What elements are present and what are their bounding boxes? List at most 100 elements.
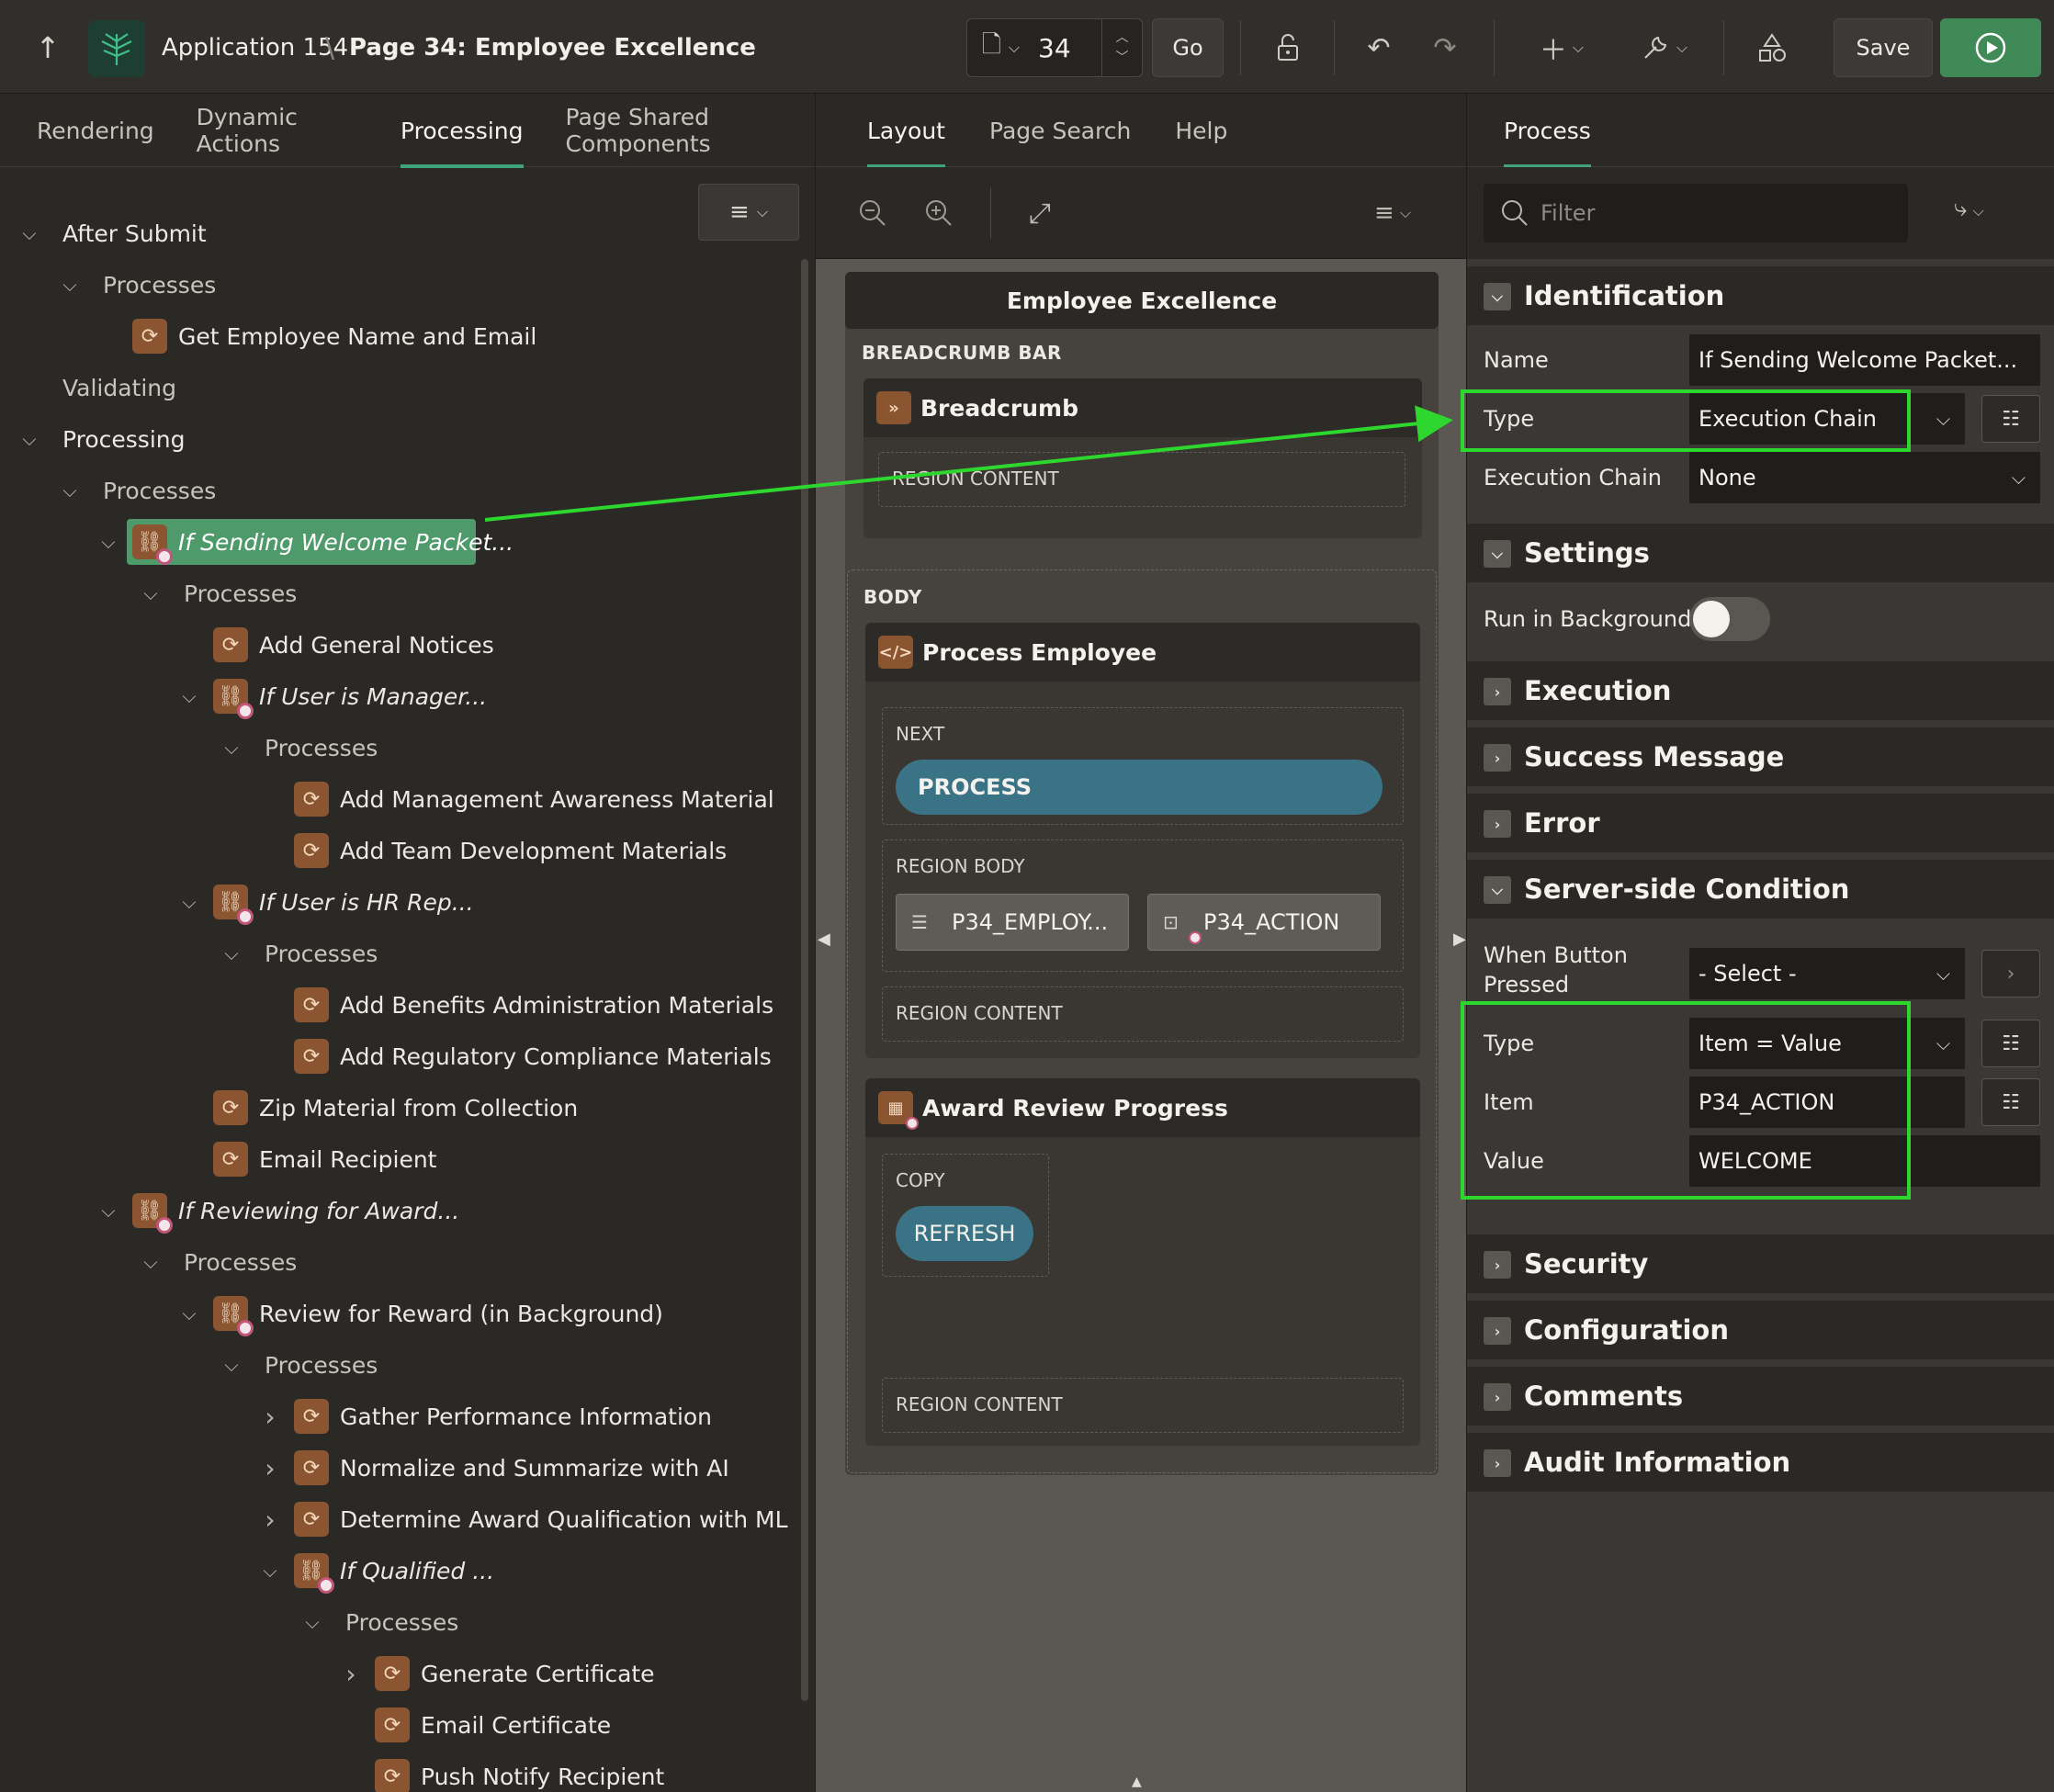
process-button[interactable]: PROCESS bbox=[896, 760, 1382, 815]
type-select[interactable]: Execution Chain ⌵ bbox=[1689, 393, 1965, 445]
goto-group-icon[interactable]: ⤷ ⌵ bbox=[1954, 195, 1984, 223]
chevron-right-icon[interactable]: › bbox=[259, 1453, 281, 1483]
tree-process-node[interactable]: ⟳ Add Management Awareness Material bbox=[0, 773, 790, 825]
tree-process-node[interactable]: ⟳ Email Recipient bbox=[0, 1133, 790, 1185]
chevron-down-icon[interactable]: ⌵ bbox=[178, 685, 200, 707]
page-number-stepper[interactable]: ︿ ﹀ bbox=[1101, 19, 1142, 76]
chevron-down-icon[interactable]: ⌵ bbox=[18, 222, 40, 244]
collapse-bottom-icon[interactable]: ▲ bbox=[1132, 1775, 1142, 1789]
tree-process-node[interactable]: ⌵ ⛓ If Reviewing for Award... bbox=[0, 1185, 790, 1236]
chevron-down-icon[interactable]: ⌵ bbox=[178, 891, 200, 913]
apex-logo-icon[interactable] bbox=[88, 20, 145, 77]
refresh-button[interactable]: REFRESH bbox=[896, 1206, 1033, 1261]
process-employee-header[interactable]: </> Process Employee bbox=[865, 623, 1420, 682]
chevron-right-icon[interactable]: › bbox=[259, 1505, 281, 1535]
chevron-down-icon[interactable]: ⌵ bbox=[59, 274, 81, 296]
chevron-right-icon[interactable]: › bbox=[1484, 1317, 1511, 1345]
app-name-link[interactable]: Application 154 bbox=[162, 28, 348, 68]
tree-group-node[interactable]: ⌵ Processes bbox=[0, 568, 790, 619]
chevron-down-icon[interactable]: ⌵ bbox=[220, 942, 243, 964]
value-field[interactable]: WELCOME bbox=[1689, 1135, 2040, 1187]
chevron-down-icon[interactable]: ⌵ bbox=[140, 1251, 162, 1273]
tree-process-node[interactable]: ⟳ Add Team Development Materials bbox=[0, 825, 790, 876]
page-name-header[interactable]: Employee Excellence bbox=[845, 272, 1439, 329]
shapes-icon[interactable] bbox=[1745, 22, 1799, 73]
tree-process-node[interactable]: ⟳ Email Certificate bbox=[0, 1699, 790, 1751]
group-identification[interactable]: ⌵ Identification bbox=[1467, 266, 2054, 325]
up-arrow-icon[interactable]: ↑ bbox=[28, 28, 68, 68]
region-content-slot[interactable]: REGION CONTENT bbox=[878, 452, 1405, 507]
page-number-input[interactable]: 34 bbox=[1038, 33, 1071, 63]
zoom-in-icon[interactable] bbox=[919, 193, 959, 233]
tab-help[interactable]: Help bbox=[1175, 94, 1227, 167]
save-button[interactable]: Save bbox=[1834, 18, 1933, 77]
tree-group-node[interactable]: ⌵ Processes bbox=[0, 1596, 790, 1648]
go-button[interactable]: Go bbox=[1152, 18, 1224, 77]
wrench-icon[interactable]: ⌵ bbox=[1622, 22, 1705, 73]
tree-process-node[interactable]: ⟳ Add Benefits Administration Materials bbox=[0, 979, 790, 1031]
award-review-region[interactable]: ▦ Award Review Progress COPY REFRESH REG… bbox=[865, 1078, 1420, 1446]
chevron-right-icon[interactable]: › bbox=[1484, 1449, 1511, 1477]
chevron-right-icon[interactable]: › bbox=[340, 1659, 362, 1689]
item-field[interactable]: P34_ACTION bbox=[1689, 1076, 1965, 1128]
item-p34-employee[interactable]: ☰ P34_EMPLOY... bbox=[896, 894, 1129, 951]
group-comments[interactable]: › Comments bbox=[1467, 1367, 2054, 1426]
collapse-right-icon[interactable]: ▶ bbox=[1453, 930, 1466, 949]
chevron-up-icon[interactable]: ︿ bbox=[1116, 28, 1129, 48]
chevron-down-icon[interactable]: ⌵ bbox=[18, 428, 40, 450]
group-execution[interactable]: › Execution bbox=[1467, 661, 2054, 720]
tree-process-node[interactable]: › ⟳ Determine Award Qualification with ML bbox=[0, 1493, 790, 1545]
plus-icon[interactable]: ＋ ⌵ bbox=[1525, 22, 1598, 73]
page-selector[interactable]: 🗋 ⌵ 34 ︿ ﹀ bbox=[966, 18, 1143, 77]
chevron-down-icon[interactable]: ⌵ bbox=[1484, 876, 1511, 904]
tab-rendering[interactable]: Rendering bbox=[37, 94, 154, 167]
tab-page-search[interactable]: Page Search bbox=[989, 94, 1131, 167]
list-icon[interactable]: ☷ bbox=[1981, 1020, 2040, 1067]
region-body-slot[interactable]: REGION BODY ☰ P34_EMPLOY... ⊡ P34_ACTION bbox=[882, 840, 1404, 972]
tree-group-node[interactable]: ⌵ After Submit bbox=[0, 208, 790, 259]
breadcrumb-region-header[interactable]: » Breadcrumb bbox=[863, 378, 1422, 437]
chevron-down-icon[interactable]: ⌵ bbox=[301, 1611, 323, 1633]
tab-layout[interactable]: Layout bbox=[867, 94, 945, 168]
chevron-down-icon[interactable]: ⌵ bbox=[178, 1302, 200, 1324]
tree-process-node[interactable]: › ⟳ Gather Performance Information bbox=[0, 1391, 790, 1442]
chevron-down-icon[interactable]: ﹀ bbox=[1116, 48, 1129, 68]
filter-input[interactable]: Filter bbox=[1484, 184, 1908, 242]
tree-process-node[interactable]: ⟳ Add Regulatory Compliance Materials bbox=[0, 1031, 790, 1082]
when-button-pressed-select[interactable]: - Select - ⌵ bbox=[1689, 948, 1965, 999]
item-p34-action[interactable]: ⊡ P34_ACTION bbox=[1147, 894, 1381, 951]
chevron-right-icon[interactable]: › bbox=[1484, 678, 1511, 705]
group-configuration[interactable]: › Configuration bbox=[1467, 1301, 2054, 1359]
tab-page-shared-components[interactable]: Page Shared Components bbox=[566, 94, 816, 167]
tab-process[interactable]: Process bbox=[1504, 94, 1591, 168]
group-success-message[interactable]: › Success Message bbox=[1467, 727, 2054, 786]
chevron-right-icon[interactable]: › bbox=[1484, 1383, 1511, 1411]
layout-menu-button[interactable]: ≡ ⌵ bbox=[1356, 193, 1429, 233]
undo-icon[interactable]: ↶ bbox=[1352, 22, 1405, 73]
collapse-left-icon[interactable]: ◀ bbox=[818, 930, 830, 949]
run-page-button[interactable] bbox=[1940, 18, 2041, 77]
process-employee-region[interactable]: </> Process Employee NEXT PROCESS REGION… bbox=[865, 623, 1420, 1058]
chevron-down-icon[interactable]: ⌵ bbox=[59, 479, 81, 502]
group-error[interactable]: › Error bbox=[1467, 794, 2054, 852]
condition-type-select[interactable]: Item = Value ⌵ bbox=[1689, 1018, 1965, 1069]
list-icon[interactable]: ☷ bbox=[1981, 1078, 2040, 1126]
tree-scrollbar[interactable] bbox=[801, 259, 808, 1701]
chevron-down-icon[interactable]: ⌵ bbox=[1484, 540, 1511, 568]
tree-process-node[interactable]: ⌵ ⛓ If User is HR Rep... bbox=[0, 876, 790, 928]
group-server-side-condition[interactable]: ⌵ Server-side Condition bbox=[1467, 860, 2054, 919]
group-security[interactable]: › Security bbox=[1467, 1234, 2054, 1293]
list-icon[interactable]: ☷ bbox=[1981, 395, 2040, 443]
tree-group-node[interactable]: ⌵ Processing bbox=[0, 413, 790, 465]
run-in-background-toggle[interactable] bbox=[1689, 597, 1770, 641]
region-content-slot[interactable]: REGION CONTENT bbox=[882, 986, 1404, 1042]
tree-process-node[interactable]: › ⟳ Generate Certificate bbox=[0, 1648, 790, 1699]
tree-group-node[interactable]: ⌵ Processes bbox=[0, 259, 790, 310]
chevron-right-icon[interactable]: › bbox=[1981, 950, 2040, 997]
chevron-right-icon[interactable]: › bbox=[1484, 810, 1511, 838]
award-review-header[interactable]: ▦ Award Review Progress bbox=[865, 1078, 1420, 1137]
tree-process-node[interactable]: ⌵ ⛓ If Sending Welcome Packet... bbox=[0, 516, 790, 568]
name-field[interactable]: If Sending Welcome Packet... bbox=[1689, 334, 2040, 386]
tab-processing[interactable]: Processing bbox=[401, 94, 524, 168]
chevron-down-icon[interactable]: ⌵ bbox=[220, 1354, 243, 1376]
